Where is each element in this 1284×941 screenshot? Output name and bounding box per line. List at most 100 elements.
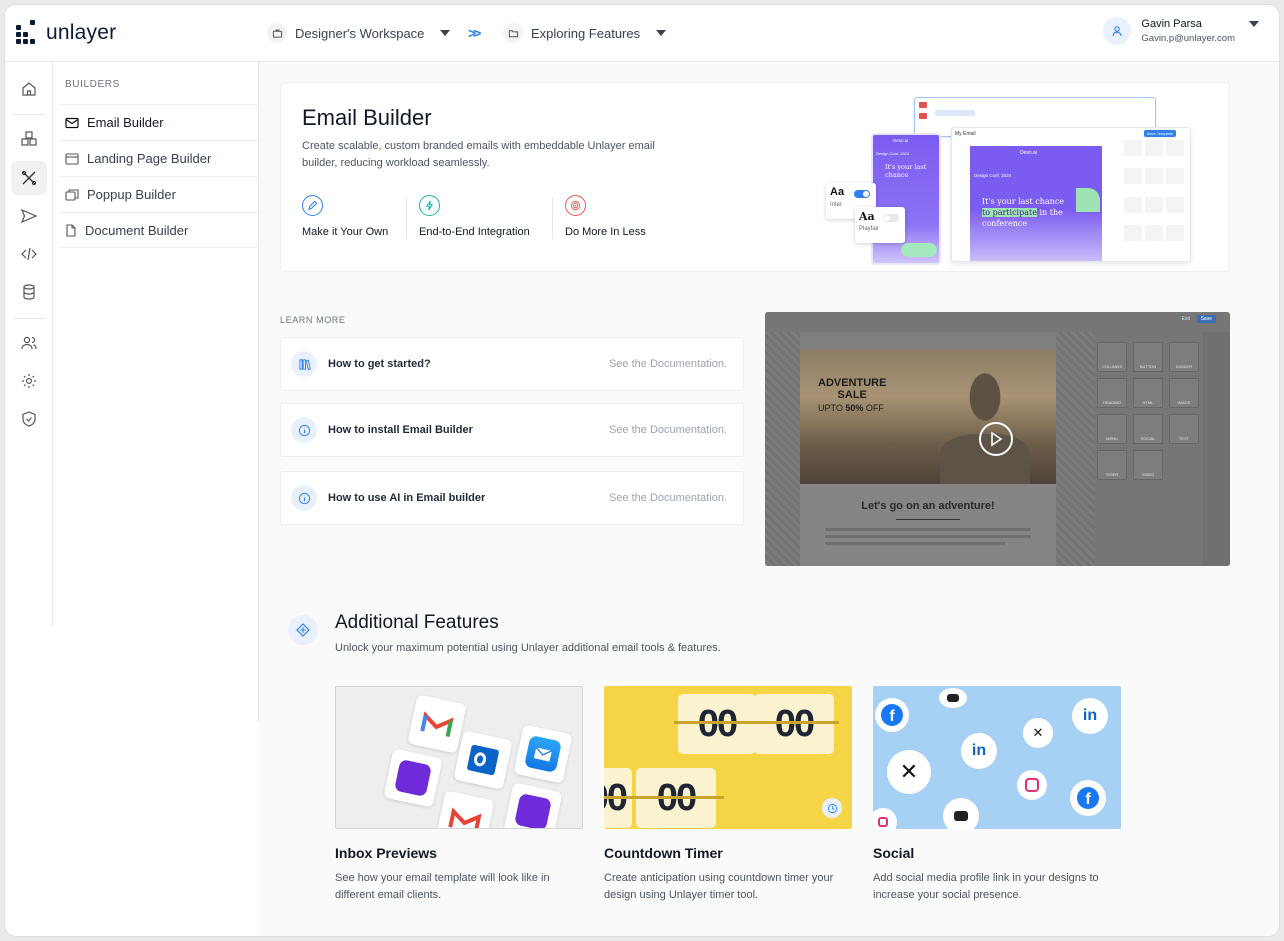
documentation-link[interactable]: See the Documentation. xyxy=(609,358,727,370)
pen-icon xyxy=(302,195,323,216)
tool-columns: COLUMNS xyxy=(1097,342,1127,372)
builders-heading: BUILDERS xyxy=(65,79,120,90)
video-offer-1: UPTO xyxy=(818,403,846,413)
feature-card-social[interactable]: f in in ✕ ✕ f Social Add social media pr… xyxy=(873,686,1121,904)
timer-digits: 00 xyxy=(754,694,834,754)
play-button[interactable] xyxy=(979,422,1013,456)
tool-html: HTML xyxy=(1133,378,1163,408)
info-icon xyxy=(291,485,317,511)
feature-label: End-to-End Integration xyxy=(419,226,530,238)
avatar xyxy=(1103,17,1132,45)
icon-rail xyxy=(5,62,53,626)
feature-card-title: Countdown Timer xyxy=(604,845,723,861)
gmail-icon xyxy=(407,694,467,754)
video-offer-2: 50% xyxy=(845,403,864,413)
preview-brand-mobile: Desn.ai xyxy=(893,138,909,143)
x-icon: ✕ xyxy=(887,750,931,794)
video-offer-3: OFF xyxy=(863,403,884,413)
preview-conf: Design Conf. 2024 xyxy=(974,173,1012,178)
feature-end-to-end-integration: End-to-End Integration xyxy=(419,195,530,245)
folder-icon xyxy=(503,23,523,43)
code-icon[interactable] xyxy=(11,237,47,271)
feature-card-description: Add social media profile link in your de… xyxy=(873,872,1099,901)
builder-item-document[interactable]: Document Builder xyxy=(59,212,259,248)
timer-digits: 00 xyxy=(678,694,756,754)
builder-item-popup[interactable]: Poppup Builder xyxy=(59,176,259,212)
tool-image: IMAGE xyxy=(1169,378,1199,408)
database-icon[interactable] xyxy=(11,275,47,309)
feature-label: Make it Your Own xyxy=(302,226,389,238)
tool-text: TEXT xyxy=(1169,414,1199,444)
doc-card-title: How to use AI in Email builder xyxy=(328,492,486,504)
preview-save-label: Save Template xyxy=(1143,130,1176,137)
top-bar: unlayer Designer's Workspace >> Explorin… xyxy=(5,5,1279,62)
preview-font-1: Aa xyxy=(830,186,845,198)
feature-card-title: Social xyxy=(873,845,915,861)
preview-headline-2: to participate xyxy=(982,208,1037,217)
blocks-icon[interactable] xyxy=(11,122,47,156)
linkedin-icon: in xyxy=(1072,698,1108,734)
gmail-icon xyxy=(435,790,495,828)
builder-item-email[interactable]: Email Builder xyxy=(59,104,259,140)
diamond-icon xyxy=(288,615,318,645)
feature-do-more-in-less: Do More In Less xyxy=(565,195,646,245)
info-icon xyxy=(291,417,317,443)
instagram-icon xyxy=(1017,770,1047,800)
instagram-icon xyxy=(873,808,897,829)
email-builder-hero: Email Builder Create scalable, custom br… xyxy=(280,82,1230,272)
user-menu[interactable]: Gavin Parsa Gavin.p@unlayer.com xyxy=(1103,17,1259,45)
inbox-previews-image xyxy=(335,686,583,829)
mail-icon xyxy=(65,117,79,128)
doc-card-install[interactable]: How to install Email Builder See the Doc… xyxy=(280,403,744,457)
project-selector[interactable]: Exploring Features xyxy=(503,23,667,43)
doc-card-ai[interactable]: How to use AI in Email builder See the D… xyxy=(280,471,744,525)
preview-brand: Desn.ai xyxy=(1020,150,1037,156)
workspace-selector[interactable]: Designer's Workspace xyxy=(267,23,451,43)
preview-font-2-name: Playfair xyxy=(859,226,880,232)
users-icon[interactable] xyxy=(11,326,47,360)
doc-card-title: How to get started? xyxy=(328,358,431,370)
browser-icon xyxy=(65,152,79,165)
video-tagline: Let's go on an adventure! xyxy=(861,500,995,512)
home-icon[interactable] xyxy=(11,72,47,106)
x-icon: ✕ xyxy=(1023,718,1053,748)
logo[interactable]: unlayer xyxy=(16,20,116,46)
popup-icon xyxy=(65,188,79,201)
settings-icon[interactable] xyxy=(11,364,47,398)
logo-mark-icon xyxy=(16,20,36,46)
user-name: Gavin Parsa xyxy=(1141,18,1202,30)
builder-item-label: Landing Page Builder xyxy=(87,151,212,166)
facebook-icon: f xyxy=(875,698,909,732)
yahoo-mail-icon xyxy=(503,782,563,828)
preview-editor-label: My Email xyxy=(955,131,976,137)
additional-features-subtitle: Unlock your maximum potential using Unla… xyxy=(335,642,721,654)
feature-card-inbox-previews[interactable]: Inbox Previews See how your email templa… xyxy=(335,686,583,904)
learn-more-heading: LEARN MORE xyxy=(280,315,346,325)
feature-card-countdown-timer[interactable]: 00 00 00 00 Countdown Timer Create antic… xyxy=(604,686,852,904)
send-icon[interactable] xyxy=(11,199,47,233)
preview-headline-mobile: It's your last chance xyxy=(885,163,927,179)
app-window: unlayer Designer's Workspace >> Explorin… xyxy=(4,4,1280,937)
outlook-icon xyxy=(453,730,513,790)
workspace-name: Designer's Workspace xyxy=(295,25,425,41)
feature-card-description: Create anticipation using countdown time… xyxy=(604,872,834,901)
doc-card-get-started[interactable]: How to get started? See the Documentatio… xyxy=(280,337,744,391)
preview-font-2: Aa xyxy=(859,210,875,223)
logo-text: unlayer xyxy=(46,21,117,44)
tutorial-video[interactable]: Exit Save ADVENTURE SALE UPTO 50% OFF Le… xyxy=(765,312,1230,566)
tool-timer: TIMER xyxy=(1097,450,1127,480)
shield-icon[interactable] xyxy=(11,402,47,436)
builder-tools-icon[interactable] xyxy=(11,161,47,195)
builder-item-label: Document Builder xyxy=(85,222,189,238)
chevron-down-icon xyxy=(440,30,451,36)
builder-item-landing-page[interactable]: Landing Page Builder xyxy=(59,140,259,176)
documentation-link[interactable]: See the Documentation. xyxy=(609,424,727,436)
video-exit-label: Exit xyxy=(1181,316,1190,322)
discord-icon xyxy=(943,798,979,829)
yahoo-mail-icon xyxy=(383,748,443,808)
tool-menu: MENU xyxy=(1097,414,1127,444)
documentation-link[interactable]: See the Documentation. xyxy=(609,492,727,504)
play-icon xyxy=(991,431,1003,447)
tool-social: SOCIAL xyxy=(1133,414,1163,444)
chevron-down-icon xyxy=(1249,21,1259,27)
